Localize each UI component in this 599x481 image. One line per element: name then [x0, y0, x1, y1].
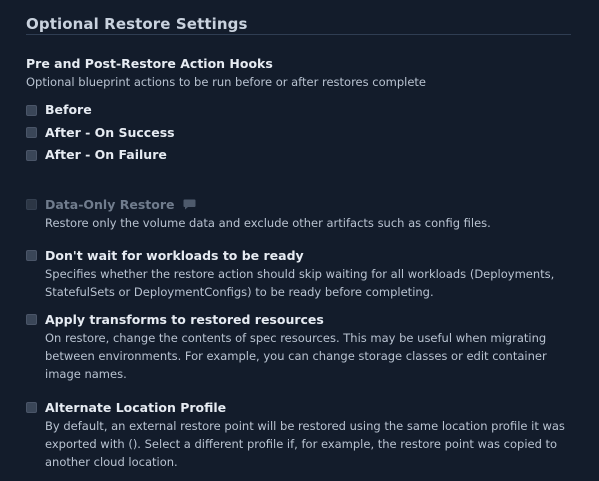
title-divider	[26, 34, 571, 35]
hook-after-success-label[interactable]: After - On Success	[45, 125, 175, 141]
transforms-label[interactable]: Apply transforms to restored resources	[45, 312, 324, 328]
data-only-label: Data-Only Restore	[45, 196, 175, 212]
alt-location-row[interactable]: Alternate Location Profile	[26, 399, 571, 417]
dont-wait-description: Specifies whether the restore action sho…	[45, 266, 555, 299]
hooks-heading: Pre and Post-Restore Action Hooks	[26, 56, 273, 71]
comment-icon[interactable]	[183, 199, 196, 210]
hook-before-label[interactable]: Before	[45, 102, 92, 118]
hook-after-success-checkbox[interactable]	[26, 127, 37, 139]
dont-wait-label[interactable]: Don't wait for workloads to be ready	[45, 248, 304, 264]
hook-before-row[interactable]: Before	[26, 99, 571, 122]
transforms-description: On restore, change the contents of spec …	[45, 330, 547, 381]
data-only-checkbox	[26, 199, 37, 210]
dont-wait-row[interactable]: Don't wait for workloads to be ready	[26, 247, 571, 265]
alt-location-option: Alternate Location Profile By default, a…	[26, 399, 571, 471]
hook-before-checkbox[interactable]	[26, 104, 37, 116]
dont-wait-checkbox[interactable]	[26, 250, 37, 261]
hooks-description: Optional blueprint actions to be run bef…	[26, 75, 426, 89]
data-only-option: Data-Only Restore Restore only the volum…	[26, 196, 571, 232]
hook-after-failure-label[interactable]: After - On Failure	[45, 147, 167, 163]
optional-restore-settings-panel: Optional Restore Settings Pre and Post-R…	[0, 0, 599, 481]
panel-title: Optional Restore Settings	[26, 15, 248, 33]
hook-after-failure-checkbox[interactable]	[26, 149, 37, 161]
hook-after-failure-row[interactable]: After - On Failure	[26, 144, 571, 167]
hook-after-success-row[interactable]: After - On Success	[26, 122, 571, 145]
transforms-option: Apply transforms to restored resources O…	[26, 311, 571, 383]
alt-location-label[interactable]: Alternate Location Profile	[45, 400, 226, 416]
transforms-row[interactable]: Apply transforms to restored resources	[26, 311, 571, 329]
data-only-description: Restore only the volume data and exclude…	[45, 215, 491, 230]
data-only-row: Data-Only Restore	[26, 196, 571, 214]
hooks-list: Before After - On Success After - On Fai…	[26, 99, 571, 167]
dont-wait-option: Don't wait for workloads to be ready Spe…	[26, 247, 571, 301]
transforms-checkbox[interactable]	[26, 314, 37, 325]
alt-location-checkbox[interactable]	[26, 402, 37, 413]
alt-location-description: By default, an external restore point wi…	[45, 418, 565, 469]
